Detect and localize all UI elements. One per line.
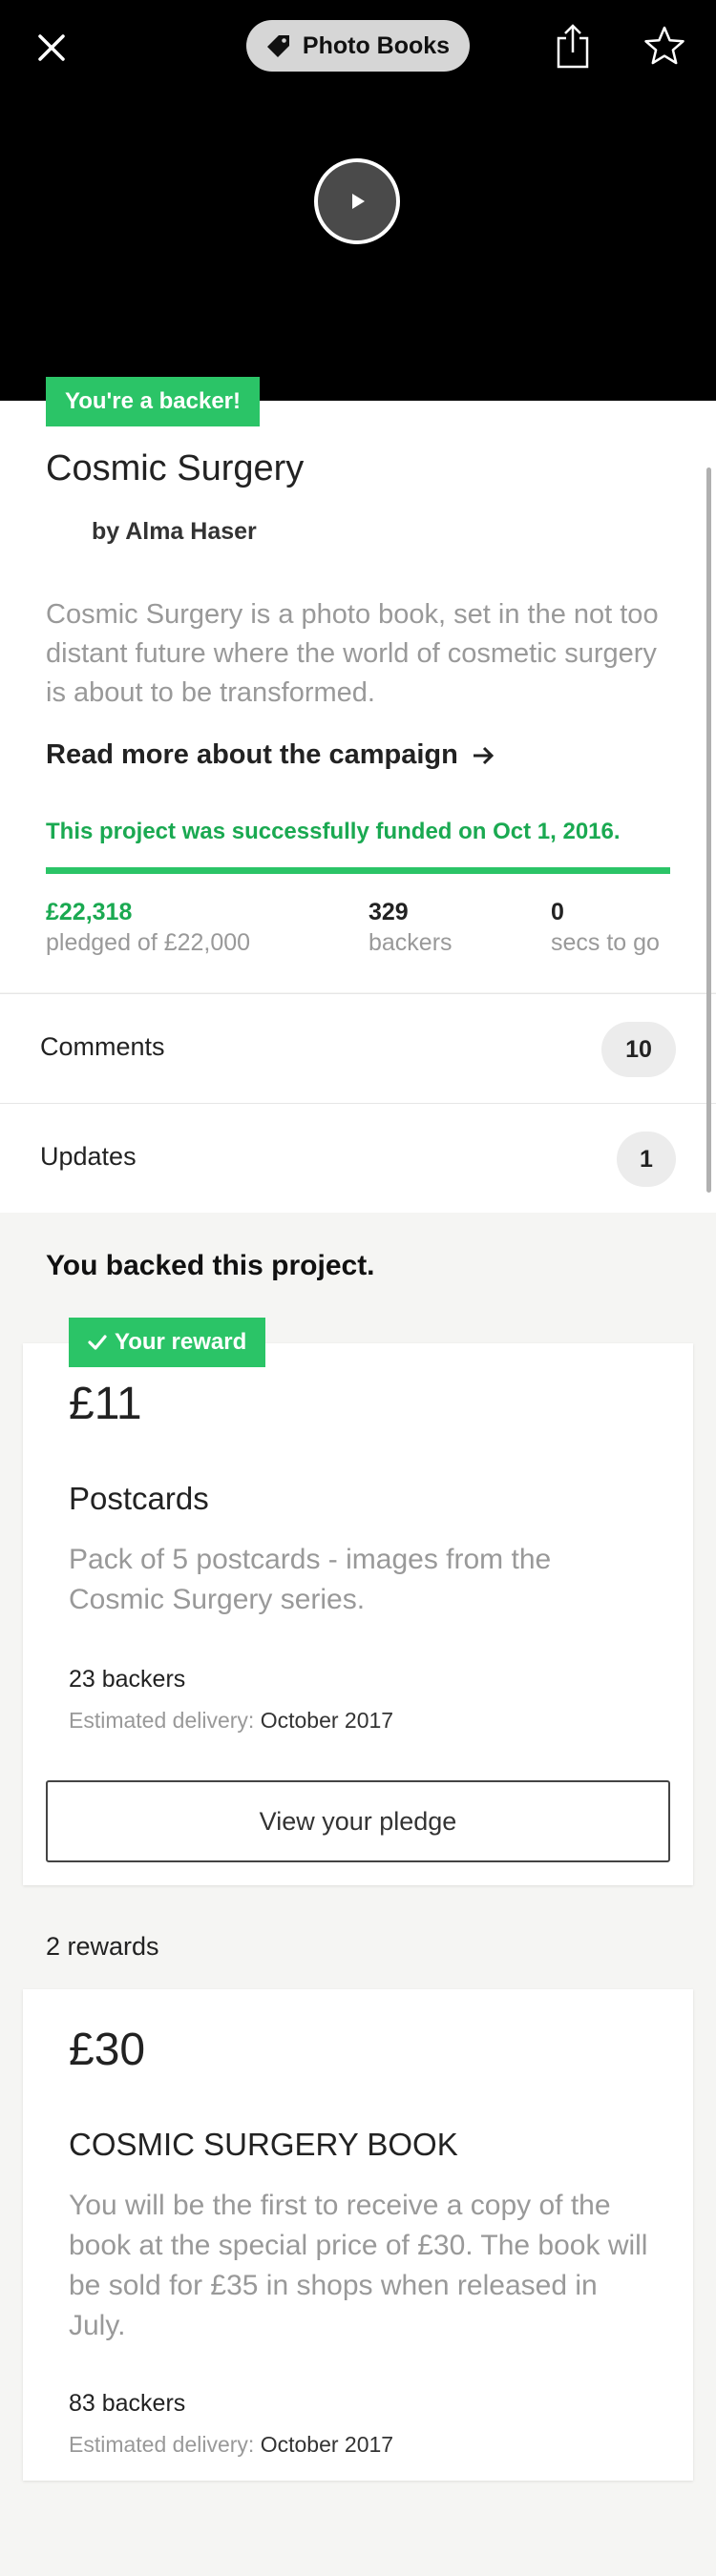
- reward-amount: £30: [69, 2025, 146, 2075]
- funded-status: This project was successfully funded on …: [46, 819, 621, 844]
- play-icon: [352, 194, 365, 209]
- reward-description: You will be the first to receive a copy …: [69, 2190, 648, 2341]
- reward-backers: 83 backers: [69, 2390, 186, 2417]
- reward-card[interactable]: £30 COSMIC SURGERY BOOK You will be the …: [23, 1989, 693, 2481]
- reward-delivery: Estimated delivery: October 2017: [69, 2432, 393, 2458]
- delivery-value: October 2017: [260, 1708, 394, 1733]
- checkmark-icon: [88, 1335, 107, 1350]
- funding-progress-fill: [46, 867, 670, 874]
- project-video[interactable]: Photo Books: [0, 0, 716, 401]
- creator-name[interactable]: by Alma Haser: [92, 518, 257, 546]
- reward-amount: £11: [69, 1379, 142, 1429]
- close-icon: [38, 34, 65, 61]
- share-button[interactable]: [550, 19, 596, 73]
- comments-count-badge: 10: [601, 1022, 676, 1077]
- view-pledge-button[interactable]: View your pledge: [46, 1780, 670, 1862]
- scrollbar[interactable]: [706, 467, 711, 1193]
- funding-progress-bar: [46, 867, 670, 874]
- delivery-label: Estimated delivery:: [69, 1708, 255, 1733]
- share-icon: [557, 24, 589, 69]
- updates-count-badge: 1: [617, 1132, 676, 1187]
- comments-row[interactable]: Comments 10: [0, 993, 716, 1103]
- play-button[interactable]: [314, 158, 400, 244]
- time-remaining-label: secs to go: [551, 929, 660, 956]
- close-button[interactable]: [29, 25, 74, 71]
- project-blurb: Cosmic Surgery is a photo book, set in t…: [46, 599, 659, 708]
- backed-reward-card[interactable]: £11 Postcards Pack of 5 postcards - imag…: [23, 1343, 693, 1885]
- tag-icon: [266, 35, 289, 57]
- category-label: Photo Books: [302, 31, 451, 59]
- delivery-label: Estimated delivery:: [69, 2432, 255, 2457]
- delivery-value: October 2017: [260, 2432, 394, 2457]
- rewards-count: 2 rewards: [46, 1932, 159, 1961]
- time-remaining: 0: [551, 899, 564, 925]
- save-star-button[interactable]: [640, 21, 689, 71]
- project-title: Cosmic Surgery: [46, 448, 305, 488]
- updates-row[interactable]: Updates 1: [0, 1103, 716, 1213]
- backer-badge: You're a backer!: [46, 377, 261, 426]
- your-reward-label: Your reward: [115, 1329, 247, 1355]
- backed-section-title: You backed this project.: [46, 1250, 375, 1281]
- reward-title: Postcards: [69, 1481, 209, 1516]
- updates-label: Updates: [40, 1142, 137, 1171]
- project-page: Photo Books You're a backer! Cosmic Surg…: [0, 0, 716, 2576]
- reward-description: Pack of 5 postcards - images from the Co…: [69, 1544, 552, 1615]
- reward-delivery: Estimated delivery: October 2017: [69, 1708, 393, 1734]
- comments-label: Comments: [40, 1032, 165, 1061]
- backers-label: backers: [369, 929, 453, 956]
- backers-count: 329: [369, 899, 409, 925]
- arrow-right-icon: [473, 746, 494, 764]
- read-more-label: Read more about the campaign: [46, 739, 458, 770]
- your-reward-badge: Your reward: [69, 1318, 266, 1367]
- read-more-link[interactable]: Read more about the campaign: [46, 739, 495, 771]
- star-icon: [644, 26, 684, 65]
- reward-backers: 23 backers: [69, 1666, 186, 1693]
- reward-title: COSMIC SURGERY BOOK: [69, 2127, 458, 2162]
- category-pill[interactable]: Photo Books: [246, 20, 470, 72]
- pledged-label: pledged of £22,000: [46, 929, 251, 956]
- pledged-amount: £22,318: [46, 899, 133, 925]
